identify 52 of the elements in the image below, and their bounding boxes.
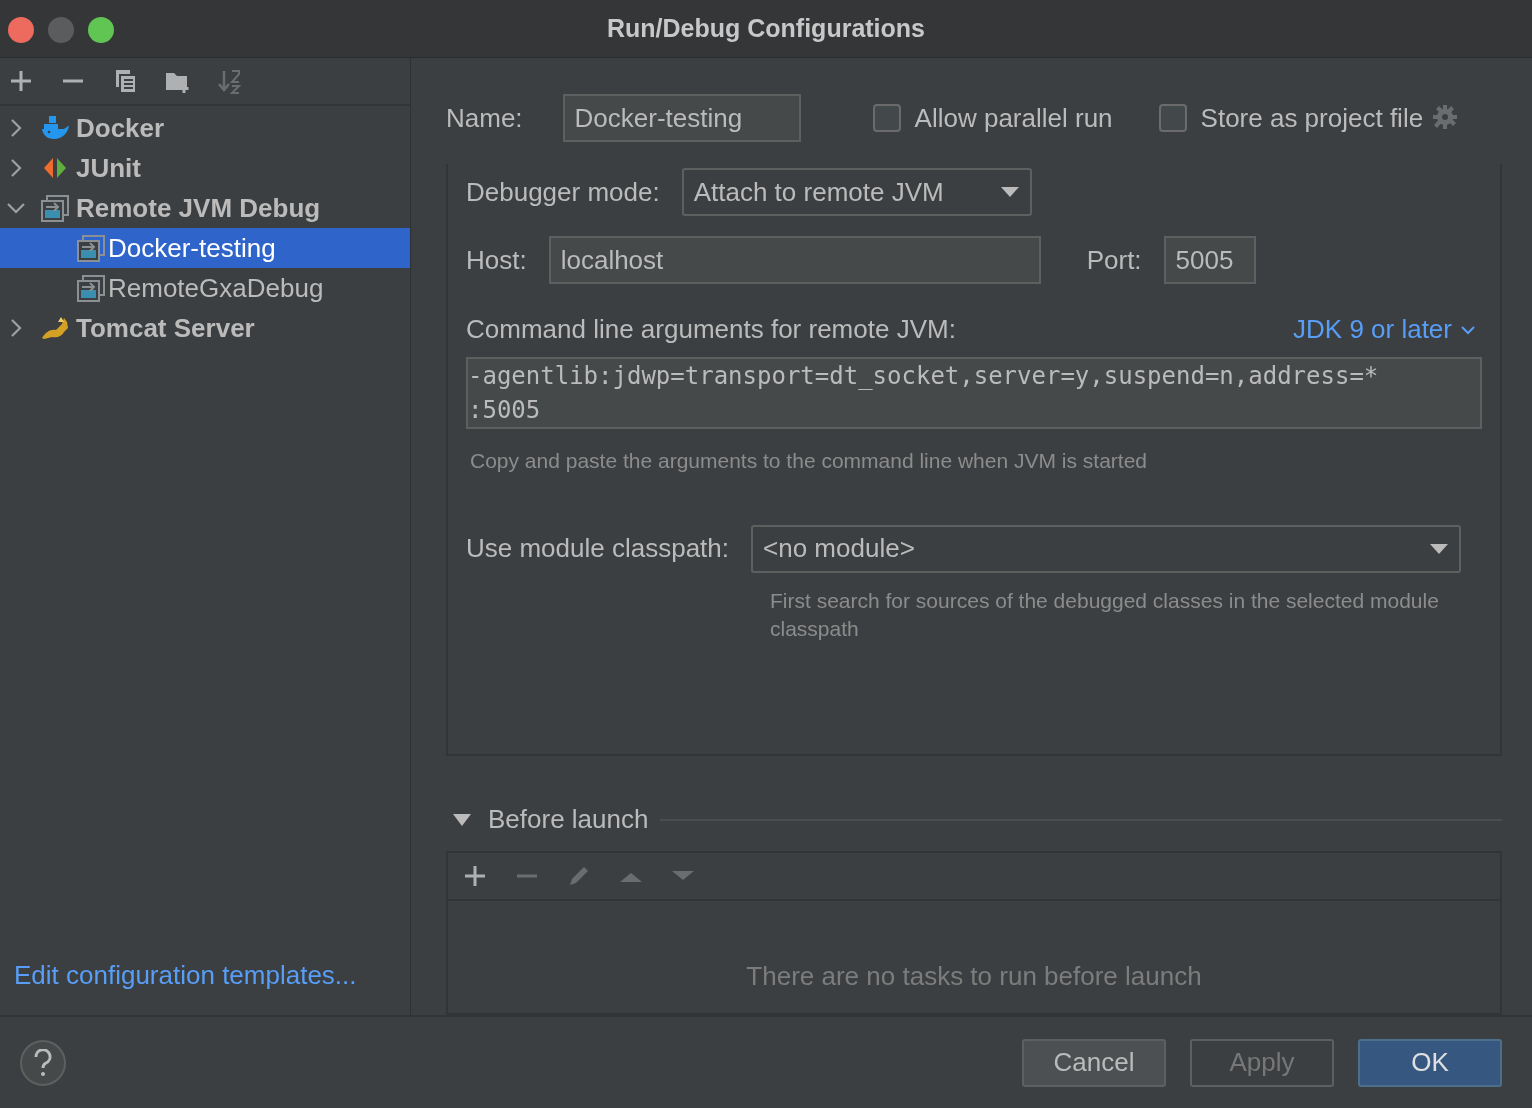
dialog-button[interactable]: OK: [1358, 1038, 1502, 1087]
tree-item[interactable]: Docker: [0, 108, 410, 148]
remove-icon: [517, 874, 537, 878]
chevron-down-icon: [1460, 324, 1476, 335]
section-title: Before launch: [488, 803, 649, 836]
checkbox-label: Allow parallel run: [914, 101, 1113, 135]
module-hint: First search for sources of the debugged classes in the selected module classpath: [770, 587, 1440, 642]
remote-debug-icon: [40, 193, 70, 223]
sort-icon: [217, 69, 242, 94]
dropdown-arrow-icon: [1429, 542, 1450, 555]
port-label: Port:: [1086, 243, 1142, 277]
add-icon: [463, 864, 487, 888]
remote-debug-icon: [76, 233, 106, 263]
debugger-mode-label: Debugger mode:: [466, 175, 660, 209]
jdk-version-link[interactable]: JDK 9 or later: [1293, 310, 1476, 349]
copy-icon: [116, 70, 137, 94]
arguments-hint: Copy and paste the arguments to the command line when JVM is started: [470, 448, 1149, 474]
dialog-button[interactable]: Cancel: [1022, 1038, 1166, 1087]
question-mark-icon: [33, 1048, 53, 1077]
help-button[interactable]: [20, 1039, 66, 1086]
name-field[interactable]: Docker-testing: [562, 94, 801, 142]
debugger-mode-dropdown[interactable]: Attach to remote JVM: [681, 168, 1032, 216]
checkbox-label: Store as project file: [1200, 101, 1424, 135]
tree-item[interactable]: Docker-testing: [0, 228, 410, 268]
dropdown-arrow-icon: [999, 186, 1020, 198]
remove-icon: [63, 79, 83, 83]
host-label: Host:: [466, 243, 527, 277]
tree-item[interactable]: Tomcat Server: [0, 308, 410, 348]
remote-debug-icon: [76, 273, 106, 303]
name-label: Name:: [446, 101, 523, 135]
edit-templates-link[interactable]: Edit configuration templates...: [14, 960, 357, 990]
move-up-icon: [620, 873, 642, 882]
arguments-field[interactable]: -agentlib:jdwp=transport=dt_socket,server=y,suspend=n,address=* :5005: [466, 357, 1482, 429]
empty-tasks-text: There are no tasks to run before launch: [745, 960, 1203, 993]
module-label: Use module classpath:: [466, 532, 730, 565]
tree-item[interactable]: Remote JVM Debug: [0, 188, 410, 228]
new-folder-icon: [166, 73, 190, 94]
zoom-button[interactable]: [88, 17, 114, 43]
expanded-triangle-icon[interactable]: [452, 812, 472, 827]
tree-item[interactable]: RemoteGxaDebug: [0, 268, 410, 308]
port-field[interactable]: 5005: [1163, 236, 1256, 284]
module-dropdown[interactable]: <no module>: [751, 524, 1462, 573]
tree-item[interactable]: JUnit: [0, 148, 410, 188]
move-down-icon: [672, 871, 694, 880]
close-button[interactable]: [8, 17, 34, 43]
add-icon: [9, 69, 33, 93]
pencil-icon: [570, 867, 588, 885]
host-field[interactable]: localhost: [548, 236, 1041, 284]
checkbox[interactable]: [872, 104, 901, 132]
window-title: Run/Debug Configurations: [607, 12, 925, 44]
arguments-label: Command line arguments for remote JVM:: [466, 313, 956, 346]
checkbox[interactable]: [1158, 104, 1187, 132]
